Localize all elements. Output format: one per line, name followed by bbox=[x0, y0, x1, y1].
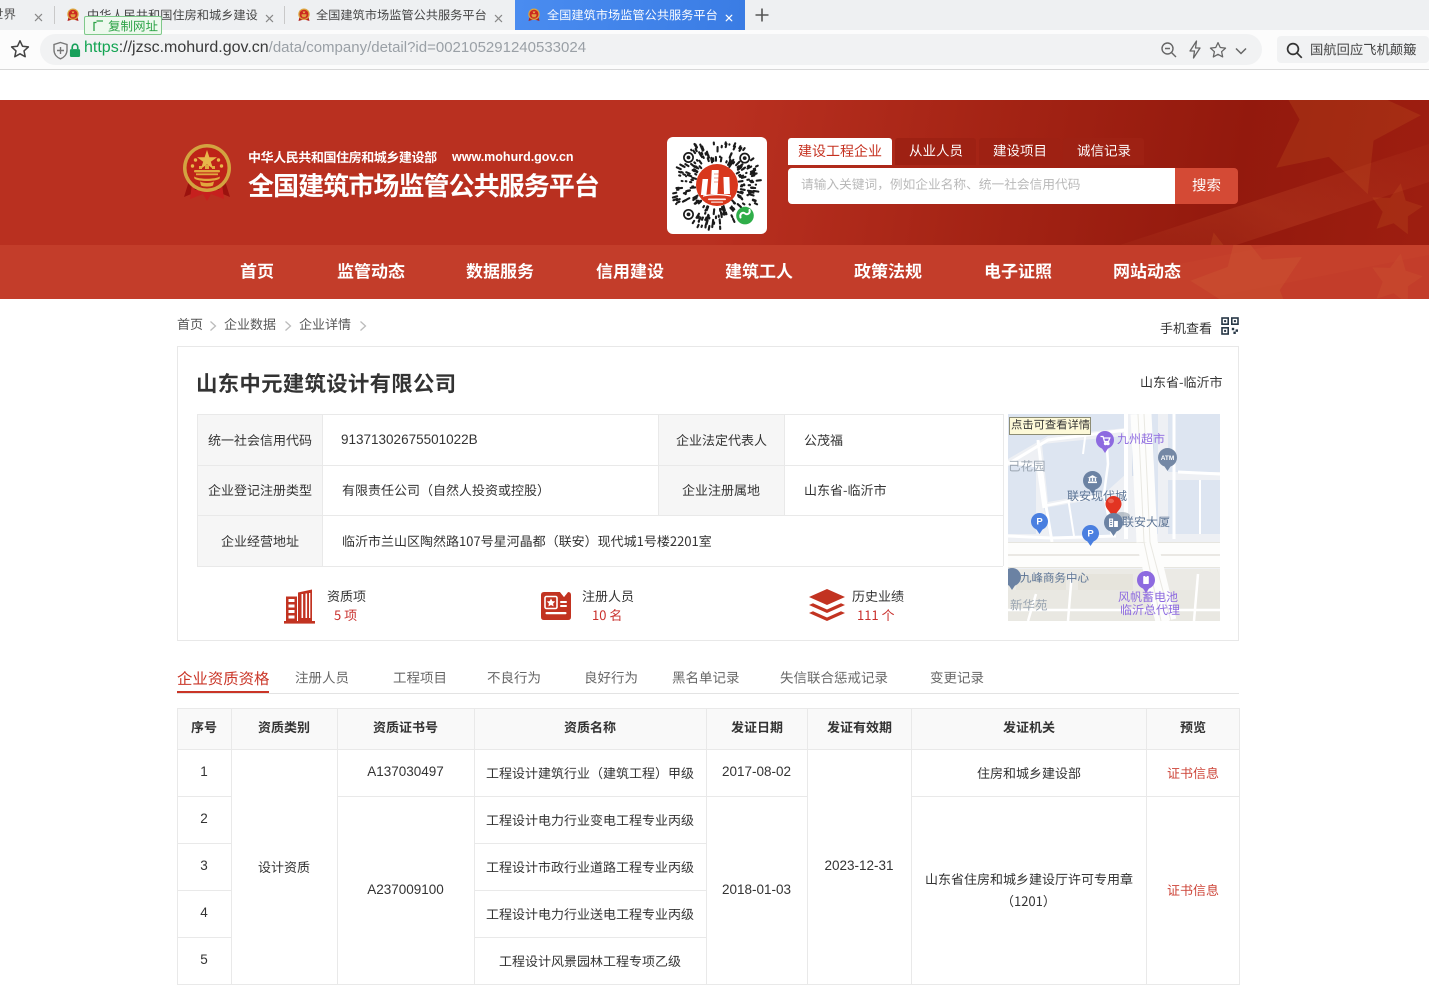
svg-text:P: P bbox=[1087, 528, 1094, 539]
svg-text:ATM: ATM bbox=[1160, 455, 1174, 462]
svg-text:P: P bbox=[1036, 516, 1043, 527]
